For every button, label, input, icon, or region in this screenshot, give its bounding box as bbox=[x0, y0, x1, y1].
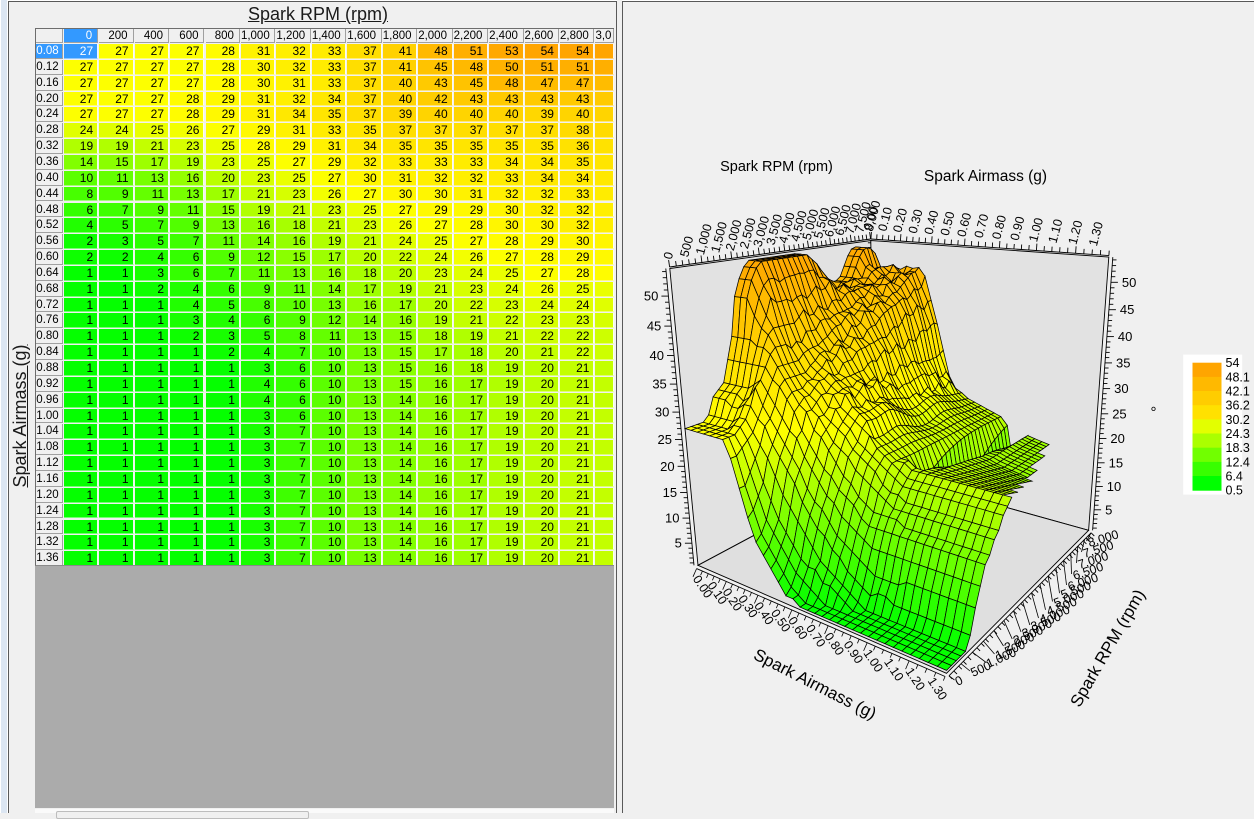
svg-text:5: 5 bbox=[1105, 502, 1112, 517]
svg-text:6.4: 6.4 bbox=[1225, 470, 1242, 484]
svg-text:15: 15 bbox=[662, 485, 676, 500]
svg-text:1.30: 1.30 bbox=[1086, 220, 1106, 247]
svg-text:25: 25 bbox=[657, 432, 671, 447]
svg-text:1.10: 1.10 bbox=[881, 656, 906, 684]
svg-text:0.90: 0.90 bbox=[840, 638, 865, 666]
svg-text:1.10: 1.10 bbox=[1045, 218, 1065, 245]
svg-text:36.2: 36.2 bbox=[1225, 399, 1249, 413]
svg-text:Spark RPM (rpm): Spark RPM (rpm) bbox=[720, 159, 833, 175]
svg-text:45: 45 bbox=[1119, 302, 1133, 317]
svg-text:30.2: 30.2 bbox=[1225, 413, 1249, 427]
svg-text:1.20: 1.20 bbox=[902, 665, 927, 693]
svg-text:35: 35 bbox=[652, 377, 666, 392]
svg-text:1.00: 1.00 bbox=[1026, 216, 1046, 243]
svg-text:50: 50 bbox=[643, 289, 657, 304]
svg-text:°: ° bbox=[1150, 404, 1156, 421]
svg-text:10: 10 bbox=[1106, 479, 1120, 494]
svg-text:12.4: 12.4 bbox=[1225, 455, 1249, 469]
svg-text:500: 500 bbox=[677, 235, 696, 259]
svg-text:24.3: 24.3 bbox=[1225, 427, 1249, 441]
svg-text:1.00: 1.00 bbox=[860, 647, 885, 675]
svg-text:48.1: 48.1 bbox=[1225, 370, 1249, 384]
svg-text:0.70: 0.70 bbox=[971, 212, 991, 239]
svg-text:35: 35 bbox=[1116, 355, 1130, 370]
svg-text:10: 10 bbox=[665, 511, 679, 526]
svg-text:25: 25 bbox=[1112, 406, 1126, 421]
svg-text:54: 54 bbox=[1225, 356, 1239, 370]
svg-text:20: 20 bbox=[1110, 431, 1124, 446]
svg-text:20: 20 bbox=[660, 459, 674, 474]
svg-text:40: 40 bbox=[1117, 329, 1131, 344]
svg-text:Spark Airmass (g): Spark Airmass (g) bbox=[923, 168, 1046, 185]
svg-text:50: 50 bbox=[1121, 275, 1135, 290]
svg-text:Spark RPM (rpm): Spark RPM (rpm) bbox=[1066, 586, 1149, 710]
svg-text:45: 45 bbox=[646, 319, 660, 334]
svg-text:0: 0 bbox=[660, 250, 675, 260]
svg-text:18.3: 18.3 bbox=[1225, 441, 1249, 455]
svg-text:1.20: 1.20 bbox=[1065, 219, 1085, 246]
svg-text:0.5: 0.5 bbox=[1225, 484, 1242, 498]
svg-text:1.30: 1.30 bbox=[924, 675, 949, 703]
svg-text:0.90: 0.90 bbox=[1007, 215, 1027, 242]
svg-text:30: 30 bbox=[1114, 381, 1128, 396]
svg-text:40: 40 bbox=[649, 348, 663, 363]
svg-text:0: 0 bbox=[952, 673, 964, 689]
svg-text:30: 30 bbox=[654, 405, 668, 420]
svg-text:0.80: 0.80 bbox=[989, 214, 1009, 241]
svg-text:42.1: 42.1 bbox=[1225, 385, 1249, 399]
svg-text:15: 15 bbox=[1108, 455, 1122, 470]
svg-text:5: 5 bbox=[674, 536, 681, 551]
